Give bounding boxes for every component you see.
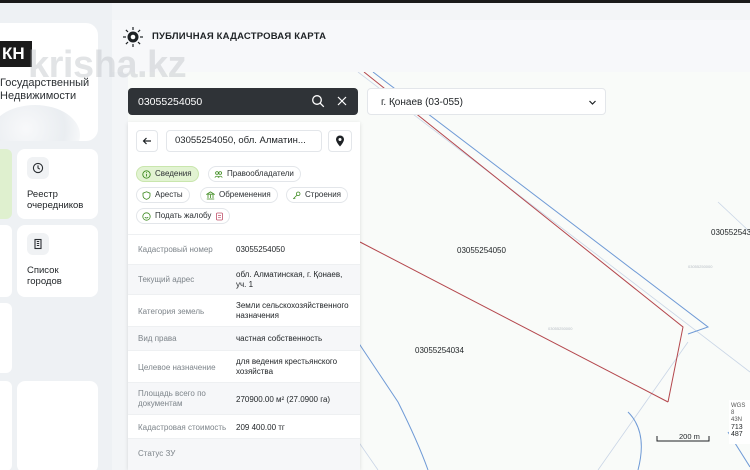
table-row: Текущий адрес обл. Алматинская, г. Қонае… bbox=[128, 264, 360, 294]
back-button[interactable] bbox=[136, 130, 158, 152]
page-title: ПУБЛИЧНАЯ КАДАСТРОВАЯ КАРТА bbox=[152, 31, 327, 42]
parcel-label[interactable]: 03055254050 bbox=[457, 246, 506, 255]
row-key: Статус ЗУ bbox=[138, 449, 176, 458]
row-value: 03055254050 bbox=[236, 245, 285, 254]
tab-buildings[interactable]: Строения bbox=[286, 187, 349, 203]
search-input[interactable] bbox=[138, 88, 298, 115]
svg-text:03055250000: 03055250000 bbox=[688, 264, 713, 269]
projection-line: WGS 8 bbox=[731, 403, 746, 416]
row-key: Кадастровый номер bbox=[138, 245, 213, 254]
row-value: 209 400.00 тг bbox=[236, 423, 285, 432]
parcel-label[interactable]: 0305525435 bbox=[711, 228, 750, 237]
region-select[interactable]: г. Қонаев (03-055) bbox=[367, 88, 606, 115]
shield-icon bbox=[142, 191, 151, 200]
parcel-label[interactable]: 03055254034 bbox=[415, 346, 464, 355]
nav-item-active[interactable] bbox=[0, 149, 12, 219]
tab-label: Подать жалобу bbox=[155, 211, 212, 220]
tab-label: Обременения bbox=[219, 190, 271, 199]
tab-info[interactable]: Сведения bbox=[136, 166, 199, 182]
table-row: Категория земель Земли сельскохозяйствен… bbox=[128, 294, 360, 326]
decorative-wave bbox=[0, 105, 80, 141]
region-select-value: г. Қонаев (03-055) bbox=[381, 97, 463, 108]
search-bar bbox=[128, 88, 358, 115]
row-key: Кадастровая стоимость bbox=[138, 423, 227, 432]
table-row: Площадь всего по документам 270900.00 м²… bbox=[128, 382, 360, 414]
sidebar-item-queue-register[interactable]: Реестр очередников bbox=[17, 149, 98, 219]
clock-icon bbox=[27, 157, 49, 179]
row-key: Целевое назначение bbox=[138, 363, 216, 372]
nav-item[interactable] bbox=[0, 303, 12, 373]
row-value: обл. Алматинская, г. Қонаев, уч. 1 bbox=[236, 270, 343, 289]
org-name-line2: Недвижимости bbox=[0, 90, 77, 102]
sidebar-item-label: Список городов bbox=[27, 265, 62, 287]
sidebar-item-label: Реестр очередников bbox=[27, 189, 84, 211]
tab-label: Правообладатели bbox=[227, 169, 294, 178]
row-key: Категория земель bbox=[138, 307, 205, 316]
app-root: КН Государственный Недвижимости Реестр о… bbox=[0, 0, 750, 470]
table-row: Вид права частная собственность bbox=[128, 326, 360, 350]
locate-button[interactable] bbox=[328, 130, 352, 152]
people-icon bbox=[214, 171, 223, 178]
nav-item[interactable] bbox=[0, 225, 12, 297]
watermark: krisha.kz bbox=[28, 44, 187, 86]
document-icon bbox=[216, 212, 224, 221]
key-icon bbox=[292, 191, 301, 200]
projection-line: 713 bbox=[731, 424, 743, 431]
row-value: Земли сельскохозяйственного назначения bbox=[236, 301, 349, 320]
projection-line: 487 bbox=[731, 431, 743, 438]
tab-arrests[interactable]: Аресты bbox=[136, 187, 190, 203]
tab-label: Аресты bbox=[155, 190, 183, 199]
info-icon bbox=[142, 170, 151, 179]
parcel-address-title: 03055254050, обл. Алматин... bbox=[166, 130, 322, 152]
row-key: Текущий адрес bbox=[138, 275, 195, 284]
tab-complaint[interactable]: Подать жалобу bbox=[136, 208, 231, 224]
table-row: Кадастровая стоимость 209 400.00 тг bbox=[128, 414, 360, 438]
map-pin-icon bbox=[336, 135, 344, 147]
sidebar-item-city-list[interactable]: Список городов bbox=[17, 225, 98, 297]
tab-label: Сведения bbox=[155, 169, 192, 178]
building-icon bbox=[27, 233, 49, 255]
projection-box: WGS 8 43N 713 487 bbox=[729, 400, 750, 444]
header: ПУБЛИЧНАЯ КАДАСТРОВАЯ КАРТА bbox=[112, 20, 750, 72]
smile-icon bbox=[142, 212, 151, 221]
tab-rightholders[interactable]: Правообладатели bbox=[208, 166, 301, 182]
parcel-info-panel: 03055254050, обл. Алматин... Сведения Пр… bbox=[128, 122, 360, 470]
tab-encumbrances[interactable]: Обременения bbox=[200, 187, 278, 203]
row-value: частная собственность bbox=[236, 334, 323, 343]
nav-item[interactable] bbox=[0, 381, 12, 470]
row-key: Вид права bbox=[138, 334, 177, 343]
row-value: для ведения крестьянского хозяйства bbox=[236, 357, 338, 376]
search-icon[interactable] bbox=[311, 94, 325, 108]
tab-label: Строения bbox=[305, 190, 342, 199]
table-row: Целевое назначение для ведения крестьянс… bbox=[128, 350, 360, 382]
top-bar bbox=[0, 0, 750, 3]
sidebar-item[interactable] bbox=[17, 381, 98, 470]
chevron-down-icon bbox=[589, 100, 596, 105]
close-icon[interactable] bbox=[336, 95, 348, 107]
bank-icon bbox=[206, 191, 215, 200]
row-key: Площадь всего по документам bbox=[138, 389, 206, 408]
row-value: 270900.00 м² (27.0900 га) bbox=[236, 395, 331, 404]
scale-label: 200 m bbox=[679, 432, 700, 441]
arrow-left-icon bbox=[142, 137, 151, 145]
projection-line: 43N bbox=[731, 417, 743, 423]
svg-text:03055250000: 03055250000 bbox=[548, 326, 573, 331]
map-scale: 200 m bbox=[655, 432, 711, 444]
table-row: Кадастровый номер 03055254050 bbox=[128, 234, 360, 264]
table-row: Статус ЗУ bbox=[128, 438, 360, 470]
